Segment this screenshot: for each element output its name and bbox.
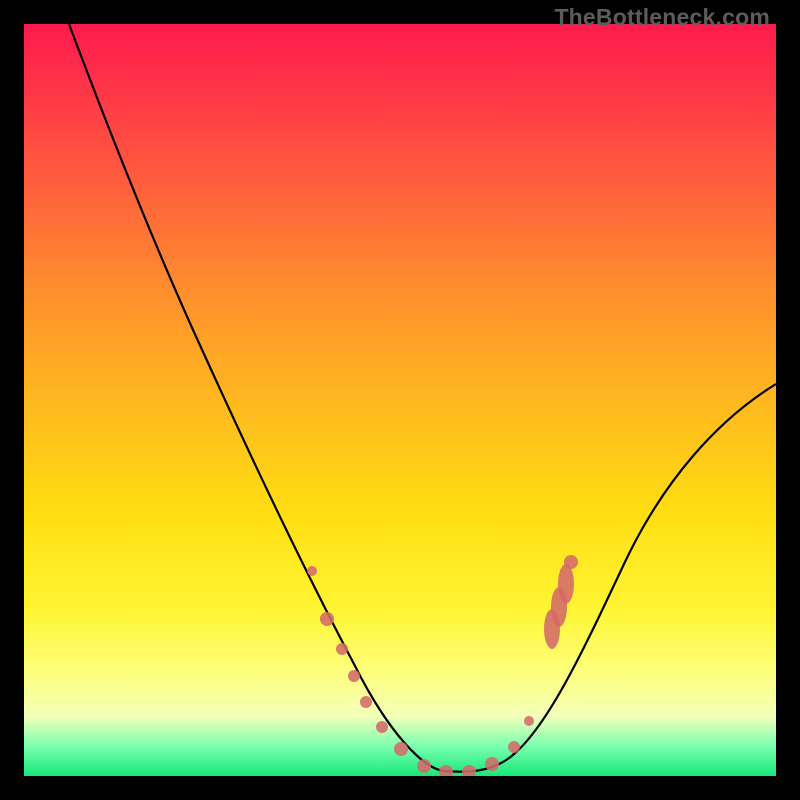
marker-dot	[564, 555, 578, 569]
marker-bar	[558, 564, 574, 604]
marker-dot	[307, 566, 317, 576]
bottleneck-curve-svg	[24, 24, 776, 776]
marker-dot	[417, 759, 431, 773]
bottleneck-curve-path	[69, 24, 776, 772]
marker-group	[307, 555, 578, 776]
marker-dot	[320, 612, 334, 626]
marker-dot	[524, 716, 534, 726]
marker-dot	[394, 742, 408, 756]
chart-frame	[24, 24, 776, 776]
marker-dot	[439, 765, 453, 776]
marker-dot	[376, 721, 388, 733]
marker-dot	[508, 741, 520, 753]
marker-dot	[360, 696, 372, 708]
marker-dot	[348, 670, 360, 682]
watermark-text: TheBottleneck.com	[554, 4, 770, 31]
marker-dot	[485, 757, 499, 771]
marker-dot	[336, 643, 348, 655]
marker-dot	[462, 765, 476, 776]
